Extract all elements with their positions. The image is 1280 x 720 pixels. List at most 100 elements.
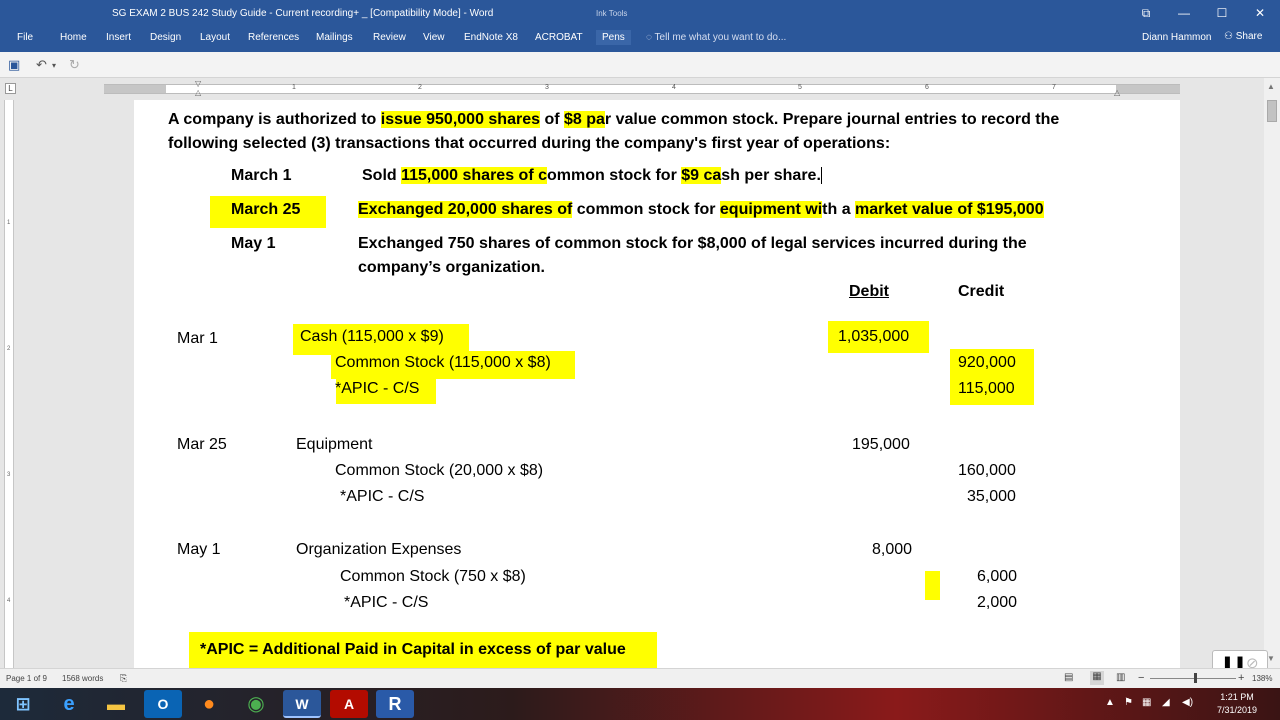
share-button[interactable]: ⚇ Share — [1224, 31, 1262, 42]
tab-insert[interactable]: Insert — [106, 32, 131, 43]
system-clock[interactable]: 1:21 PM 7/31/2019 — [1202, 691, 1272, 717]
tab-references[interactable]: References — [248, 32, 299, 43]
tell-me-search[interactable]: ◌ Tell me what you want to do... — [646, 32, 786, 43]
intro-paragraph: A company is authorized to issue 950,000… — [168, 108, 1128, 156]
horizontal-ruler[interactable]: 1 2 3 4 5 6 7 ▽ △ △ — [104, 79, 1180, 97]
wifi-icon[interactable]: ◢ — [1162, 697, 1170, 708]
recorder-icon[interactable]: R — [376, 690, 414, 718]
entry-credit-account: Common Stock (750 x $8) — [340, 568, 526, 585]
entry-date: Mar 25 — [177, 436, 227, 453]
undo-dropdown-icon[interactable]: ▾ — [52, 61, 56, 70]
read-mode-icon[interactable]: ▤ — [1064, 672, 1073, 683]
entry-debit-amount: 1,035,000 — [838, 328, 910, 345]
first-line-indent-icon[interactable]: ▽ — [195, 79, 201, 88]
user-account[interactable]: Diann Hammon — [1142, 32, 1211, 43]
tab-selector-icon[interactable]: L — [5, 83, 16, 94]
zoom-out-icon[interactable]: − — [1138, 672, 1144, 684]
entry-credit-amount: 6,000 — [977, 568, 1018, 585]
entry-debit-account: Equipment — [296, 436, 373, 453]
vruler-number: 2 — [7, 346, 11, 352]
transaction-description: Exchanged 20,000 shares of common stock … — [358, 201, 1044, 219]
scroll-down-icon[interactable]: ▼ — [1267, 654, 1275, 663]
ruler-number: 6 — [925, 84, 929, 91]
print-layout-icon[interactable]: ▦ — [1090, 671, 1104, 685]
zoom-slider[interactable] — [1150, 678, 1236, 679]
windows-taskbar: ⊞ e ▬ O ● ◉ W A R ▲ ⚑ ▦ ◢ ◀) 1:21 PM 7/3… — [0, 688, 1280, 720]
transaction-description-cont: company’s organization. — [358, 259, 545, 276]
tab-design[interactable]: Design — [150, 32, 181, 43]
keyboard-icon[interactable]: ▦ — [1142, 697, 1151, 708]
word-count[interactable]: 1568 words — [62, 674, 103, 683]
internet-explorer-icon[interactable]: e — [50, 690, 88, 718]
intro-highlight: $8 pa — [564, 111, 605, 128]
network-flag-icon[interactable]: ⚑ — [1124, 697, 1133, 708]
clock-date: 7/31/2019 — [1216, 705, 1258, 715]
intro-text: A company is authorized to — [168, 111, 381, 128]
right-margin-band — [1116, 85, 1180, 93]
tab-file[interactable]: File — [17, 32, 33, 43]
minimize-button[interactable]: — — [1170, 4, 1198, 22]
close-button[interactable]: ✕ — [1246, 4, 1274, 22]
scroll-up-icon[interactable]: ▲ — [1267, 82, 1275, 91]
chrome-icon[interactable]: ◉ — [237, 690, 275, 718]
document-page[interactable]: A company is authorized to issue 950,000… — [134, 100, 1180, 668]
entry-debit-account: Cash (115,000 x $9) — [300, 328, 444, 345]
quick-access-toolbar: ▣ ↶ ▾ ↻ — [0, 52, 1280, 78]
tab-layout[interactable]: Layout — [200, 32, 230, 43]
undo-icon[interactable]: ↶ — [36, 57, 47, 73]
entry-credit-amount: 115,000 — [958, 380, 1015, 397]
tab-endnote[interactable]: EndNote X8 — [464, 32, 518, 43]
tab-review[interactable]: Review — [373, 32, 406, 43]
entry-credit-amount: 160,000 — [958, 462, 1016, 479]
page-count[interactable]: Page 1 of 9 — [6, 674, 47, 683]
ruler-number: 4 — [672, 84, 676, 91]
outlook-icon[interactable]: O — [144, 690, 182, 718]
vertical-scrollbar[interactable]: ▲ ▼ — [1264, 78, 1280, 668]
ruler-number: 7 — [1052, 84, 1056, 91]
ink-tools-label: Ink Tools — [596, 9, 628, 18]
tab-home[interactable]: Home — [60, 32, 87, 43]
entry-credit-amount: 2,000 — [977, 594, 1018, 611]
right-indent-icon[interactable]: △ — [1114, 88, 1120, 97]
tab-view[interactable]: View — [423, 32, 445, 43]
zoom-in-icon[interactable]: + — [1238, 672, 1244, 684]
transaction-text: sh per share. — [721, 167, 821, 184]
ruler-number: 3 — [545, 84, 549, 91]
title-bar: SG EXAM 2 BUS 242 Study Guide - Current … — [0, 0, 1280, 28]
transaction-date: March 25 — [231, 201, 301, 218]
transaction-description: Exchanged 750 shares of common stock for… — [358, 235, 1027, 252]
left-margin-band — [104, 85, 166, 93]
zoom-level[interactable]: 138% — [1252, 674, 1272, 683]
maximize-button[interactable]: ☐ — [1208, 4, 1236, 22]
entry-debit-amount: 195,000 — [852, 436, 910, 453]
web-layout-icon[interactable]: ▥ — [1116, 672, 1125, 683]
word-icon[interactable]: W — [283, 690, 321, 718]
tell-me-text: Tell me what you want to do... — [654, 32, 787, 43]
text-cursor — [820, 167, 822, 185]
transaction-text: Sold — [362, 167, 402, 184]
tab-pens[interactable]: Pens — [596, 30, 631, 45]
scroll-thumb[interactable] — [1267, 100, 1277, 122]
proofing-icon[interactable]: ⎘ — [120, 673, 127, 684]
hanging-indent-icon[interactable]: △ — [195, 88, 201, 97]
tab-mailings[interactable]: Mailings — [316, 32, 353, 43]
redo-icon[interactable]: ↻ — [69, 57, 80, 73]
entry-credit-amount: 920,000 — [958, 354, 1016, 371]
ink-highlight-mark — [925, 571, 940, 600]
file-explorer-icon[interactable]: ▬ — [97, 690, 135, 718]
firefox-icon[interactable]: ● — [190, 690, 228, 718]
zoom-slider-thumb[interactable] — [1194, 673, 1197, 683]
show-hidden-icons[interactable]: ▲ — [1105, 697, 1115, 708]
start-icon[interactable]: ⊞ — [4, 690, 42, 718]
ribbon-display-options-icon[interactable]: ⧉ — [1132, 4, 1160, 22]
save-icon[interactable]: ▣ — [8, 57, 20, 73]
acrobat-icon[interactable]: A — [330, 690, 368, 718]
ribbon-tabs: File Home Insert Design Layout Reference… — [0, 28, 1280, 52]
tab-acrobat[interactable]: ACROBAT — [535, 32, 583, 43]
entry-date: May 1 — [177, 541, 221, 558]
vertical-ruler[interactable]: 1 2 3 4 — [4, 100, 14, 668]
entry-debit-account: Organization Expenses — [296, 541, 462, 558]
intro-highlight: issue 950,000 shares — [380, 111, 540, 128]
person-icon: ⚇ — [1224, 31, 1236, 42]
volume-icon[interactable]: ◀) — [1182, 697, 1193, 708]
